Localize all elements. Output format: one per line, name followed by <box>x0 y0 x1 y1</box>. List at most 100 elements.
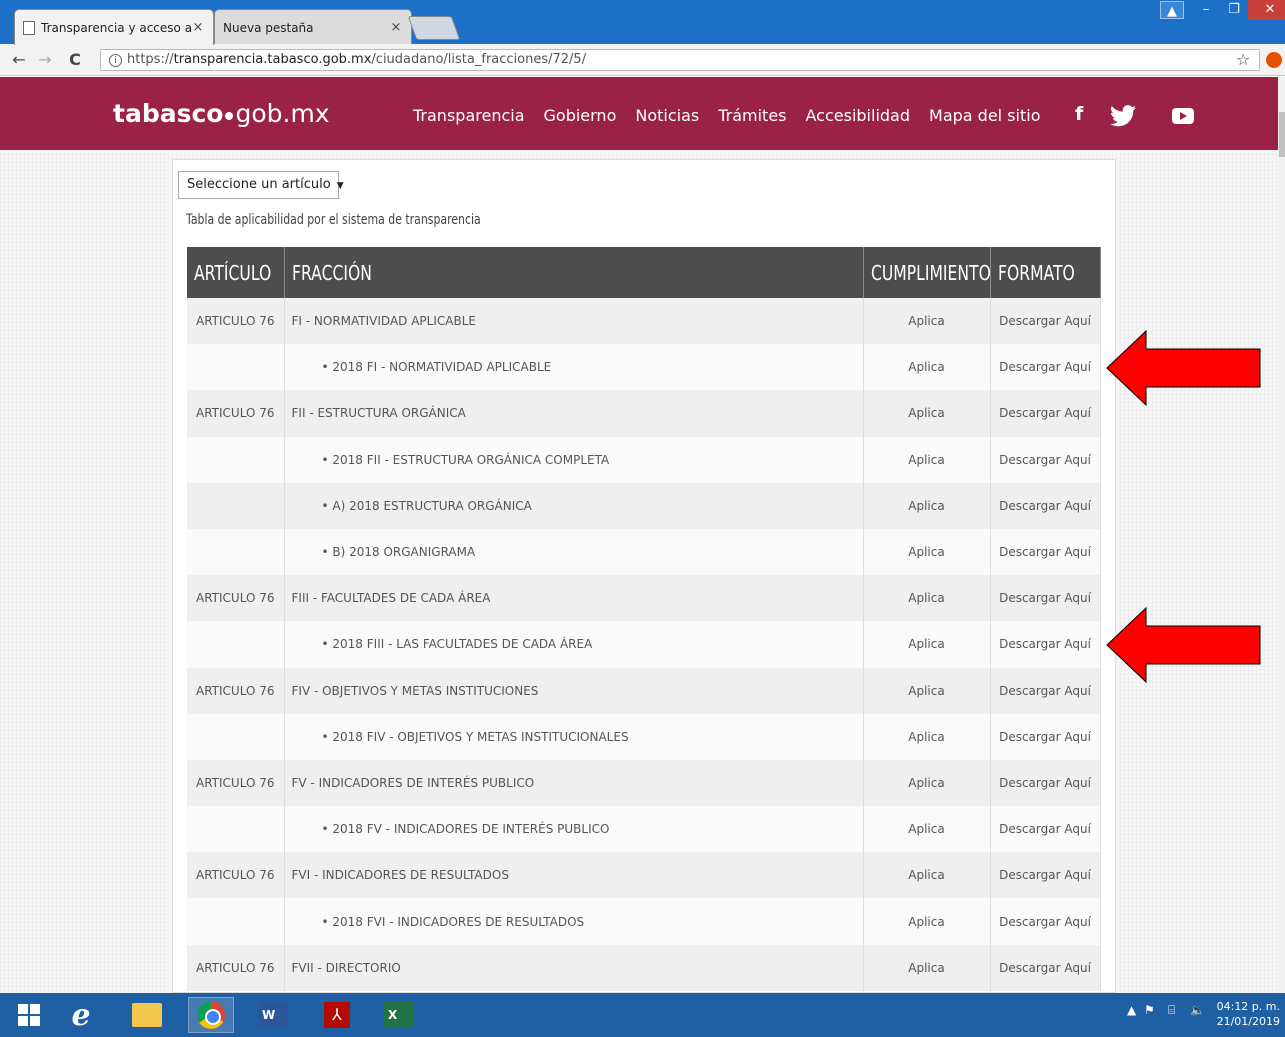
window-controls: ▲ – ❐ ✕ <box>1160 0 1285 20</box>
cell-fraccion: • B) 2018 ORGANIGRAMA <box>284 528 864 576</box>
taskbar-acrobat[interactable]: ⅄ <box>314 997 360 1033</box>
volume-icon[interactable]: 🔈 <box>1190 1003 1205 1017</box>
header-cumplimiento: CUMPLIMIENTO <box>863 247 991 298</box>
nav-accesibilidad[interactable]: Accesibilidad <box>806 106 911 125</box>
cell-articulo <box>187 482 285 529</box>
info-icon[interactable]: i <box>109 54 122 67</box>
nav-noticias[interactable]: Noticias <box>635 106 699 125</box>
cell-articulo <box>187 713 285 760</box>
download-link[interactable]: Descargar Aquí <box>990 713 1101 760</box>
header-formato: FORMATO <box>990 247 1101 298</box>
user-icon[interactable]: ▲ <box>1160 1 1184 19</box>
table-row: ARTICULO 76 FI - NORMATIVIDAD APLICABLE Ap… <box>187 298 1101 345</box>
cell-cumplimiento: Aplica <box>863 759 991 807</box>
download-link[interactable]: Descargar Aquí <box>990 298 1101 345</box>
twitter-icon[interactable] <box>1110 105 1136 127</box>
table-row: • 2018 FVI - INDICADORES DE RESULTADOS Ap… <box>187 898 1101 945</box>
acrobat-icon: ⅄ <box>324 1002 350 1028</box>
download-link[interactable]: Descargar Aquí <box>990 436 1101 483</box>
nav-transparencia[interactable]: Transparencia <box>413 106 525 125</box>
download-link[interactable]: Descargar Aquí <box>990 344 1101 391</box>
scrollbar-thumb[interactable] <box>1279 112 1285 157</box>
forward-icon[interactable]: → <box>34 50 56 70</box>
tray-chevron-icon[interactable]: ▲ <box>1127 1003 1136 1017</box>
article-select-value: Seleccione un artículo <box>187 177 331 192</box>
table-row: ARTICULO 76 FVII - DIRECTORIO Aplica Descar… <box>187 944 1101 991</box>
page-scrollbar[interactable] <box>1278 77 1285 993</box>
header-articulo: ARTÍCULO <box>187 247 285 298</box>
table-caption: Tabla de aplicabilidad por el sistema de… <box>186 212 481 228</box>
youtube-icon[interactable] <box>1172 108 1194 124</box>
reload-icon[interactable]: C <box>64 50 86 70</box>
bookmark-star-icon[interactable]: ☆ <box>1236 50 1250 69</box>
cell-articulo <box>187 344 285 391</box>
extension-icon[interactable] <box>1266 52 1282 68</box>
maximize-icon[interactable]: ❐ <box>1220 0 1248 20</box>
table-row: ARTICULO 76 FIII - FACULTADES DE CADA ÁRE… <box>187 575 1101 622</box>
red-arrow-annotation-2 <box>1106 607 1261 683</box>
table-row: • 2018 FIV - OBJETIVOS Y METAS INSTITUCI… <box>187 713 1101 760</box>
cell-articulo: ARTICULO 76 <box>187 667 285 714</box>
network-icon[interactable]: ⌸ <box>1168 1003 1175 1018</box>
cell-fraccion: • 2018 FIII - LAS FACULTADES DE CADA ÁRE… <box>284 621 864 668</box>
download-link[interactable]: Descargar Aquí <box>990 528 1101 576</box>
taskbar-word[interactable]: W <box>250 997 296 1033</box>
download-link[interactable]: Descargar Aquí <box>990 806 1101 853</box>
cell-cumplimiento: Aplica <box>863 713 991 760</box>
start-button[interactable] <box>6 997 52 1033</box>
cell-fraccion: • 2018 FI - NORMATIVIDAD APLICABLE <box>284 344 864 391</box>
download-link[interactable]: Descargar Aquí <box>990 852 1101 899</box>
close-icon[interactable]: × <box>389 20 403 35</box>
taskbar-explorer[interactable] <box>124 997 170 1033</box>
applicability-table: ARTÍCULO FRACCIÓN CUMPLIMIENTO FORMATO A… <box>187 247 1101 991</box>
main-nav: Transparencia Gobierno Noticias Trámites… <box>413 106 1041 125</box>
download-link[interactable]: Descargar Aquí <box>990 575 1101 622</box>
address-bar[interactable]: i https://transparencia.tabasco.gob.mx/ci… <box>100 49 1260 71</box>
close-icon[interactable]: × <box>191 20 205 35</box>
nav-mapa-del-sitio[interactable]: Mapa del sitio <box>929 106 1040 125</box>
cell-articulo <box>187 621 285 668</box>
cell-fraccion: • 2018 FV - INDICADORES DE INTERÉS PUBLI… <box>284 806 864 853</box>
tab-nueva-pestana[interactable]: Nueva pestaña × <box>214 9 412 45</box>
system-clock[interactable]: 04:12 p. m. 21/01/2019 <box>1212 999 1280 1029</box>
facebook-icon[interactable]: f <box>1075 103 1083 125</box>
logo-bold: tabasco <box>113 99 224 128</box>
minimize-icon[interactable]: – <box>1192 0 1220 20</box>
download-link[interactable]: Descargar Aquí <box>990 482 1101 529</box>
windows-logo-icon <box>18 1004 40 1026</box>
cell-cumplimiento: Aplica <box>863 482 991 529</box>
taskbar-excel[interactable]: X <box>376 997 422 1033</box>
taskbar-chrome[interactable] <box>188 997 234 1033</box>
excel-icon: X <box>384 1002 414 1028</box>
table-row: • 2018 FIII - LAS FACULTADES DE CADA ÁRE… <box>187 621 1101 668</box>
download-link[interactable]: Descargar Aquí <box>990 759 1101 807</box>
cell-cumplimiento: Aplica <box>863 806 991 853</box>
back-icon[interactable]: ← <box>8 50 30 70</box>
folder-icon <box>132 1003 162 1027</box>
site-header: tabasco gob.mx Transparencia Gobierno Not… <box>0 77 1278 150</box>
taskbar-ie[interactable]: e <box>58 997 104 1033</box>
table-row: ARTICULO 76 FII - ESTRUCTURA ORGÁNICA Apli… <box>187 390 1101 437</box>
page-icon <box>23 20 35 35</box>
download-link[interactable]: Descargar Aquí <box>990 621 1101 668</box>
cell-fraccion: FVII - DIRECTORIO <box>284 944 864 991</box>
cell-articulo <box>187 528 285 576</box>
site-logo[interactable]: tabasco gob.mx <box>113 99 330 128</box>
cell-articulo: ARTICULO 76 <box>187 944 285 991</box>
article-select[interactable]: Seleccione un artículo ▼ <box>178 171 344 199</box>
cell-fraccion: FII - ESTRUCTURA ORGÁNICA <box>284 390 864 437</box>
nav-gobierno[interactable]: Gobierno <box>544 106 617 125</box>
new-tab-button[interactable] <box>407 16 461 40</box>
download-link[interactable]: Descargar Aquí <box>990 944 1101 991</box>
flag-icon[interactable]: ⚑ <box>1144 1003 1155 1017</box>
download-link[interactable]: Descargar Aquí <box>990 667 1101 714</box>
download-link[interactable]: Descargar Aquí <box>990 390 1101 437</box>
tab-transparencia[interactable]: Transparencia y acceso a × <box>14 9 214 45</box>
table-header-row: ARTÍCULO FRACCIÓN CUMPLIMIENTO FORMATO <box>187 247 1101 298</box>
nav-tramites[interactable]: Trámites <box>718 106 786 125</box>
clock-time: 04:12 p. m. <box>1216 1000 1280 1013</box>
window-close-icon[interactable]: ✕ <box>1248 0 1285 20</box>
chevron-down-icon: ▼ <box>336 181 344 191</box>
cell-fraccion: • 2018 FVI - INDICADORES DE RESULTADOS <box>284 898 864 945</box>
download-link[interactable]: Descargar Aquí <box>990 898 1101 945</box>
